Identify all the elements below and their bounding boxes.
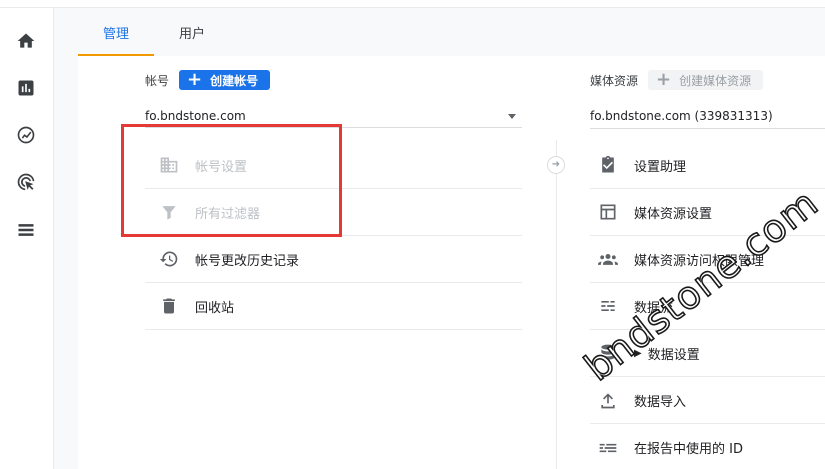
plus-icon: +	[187, 69, 203, 90]
checklist-icon	[590, 155, 626, 175]
property-selector-underline	[590, 128, 825, 129]
property-label: 媒体资源	[590, 73, 639, 88]
explore-icon[interactable]	[15, 124, 37, 146]
property-header: 媒体资源 + 创建媒体资源	[590, 69, 764, 90]
account-label: 帐号	[145, 73, 170, 88]
data-import-label: 数据导入	[634, 394, 687, 410]
reporting-id-item[interactable]: 在报告中使用的 ID	[590, 424, 825, 469]
highlight-box	[121, 124, 342, 237]
setup-assistant-label: 设置助理	[634, 159, 687, 175]
advertising-icon[interactable]	[15, 171, 37, 193]
plus-icon: +	[656, 69, 672, 90]
upload-icon	[590, 390, 626, 410]
create-account-label: 创建帐号	[210, 73, 259, 88]
setup-assistant-item[interactable]: 设置助理	[590, 142, 825, 189]
account-change-history-label: 帐号更改历史记录	[195, 253, 300, 269]
create-property-label: 创建媒体资源	[679, 73, 752, 88]
property-selected: fo.bndstone.com (339831313)	[590, 109, 773, 123]
tab-users[interactable]: 用户	[154, 8, 230, 56]
streams-icon	[590, 296, 626, 316]
list-icon[interactable]	[15, 219, 37, 241]
account-change-history-item[interactable]: 帐号更改历史记录	[145, 236, 522, 283]
trash-item[interactable]: 回收站	[145, 283, 522, 330]
property-selector[interactable]: fo.bndstone.com (339831313)	[590, 104, 825, 128]
property-settings-label: 媒体资源设置	[634, 206, 713, 222]
home-icon[interactable]	[15, 30, 37, 52]
layout-icon	[590, 202, 626, 222]
id-icon	[590, 438, 626, 458]
chevron-down-icon	[508, 114, 516, 119]
account-selected: fo.bndstone.com	[145, 108, 246, 123]
reporting-id-label: 在报告中使用的 ID	[634, 442, 743, 457]
tab-bar: 管理 用户	[78, 8, 230, 56]
tab-admin[interactable]: 管理	[78, 8, 154, 56]
trash-icon	[151, 296, 187, 316]
history-icon	[151, 249, 187, 269]
column-divider	[556, 140, 557, 469]
reports-icon[interactable]	[15, 77, 37, 99]
people-icon	[590, 249, 626, 269]
trash-label: 回收站	[195, 300, 235, 316]
left-nav	[0, 8, 54, 469]
arrow-right-icon: ➜	[547, 156, 565, 174]
create-property-button[interactable]: + 创建媒体资源	[648, 69, 764, 90]
data-import-item[interactable]: 数据导入	[590, 377, 825, 424]
account-header: 帐号 + 创建帐号	[145, 69, 271, 90]
create-account-button[interactable]: + 创建帐号	[179, 69, 271, 90]
